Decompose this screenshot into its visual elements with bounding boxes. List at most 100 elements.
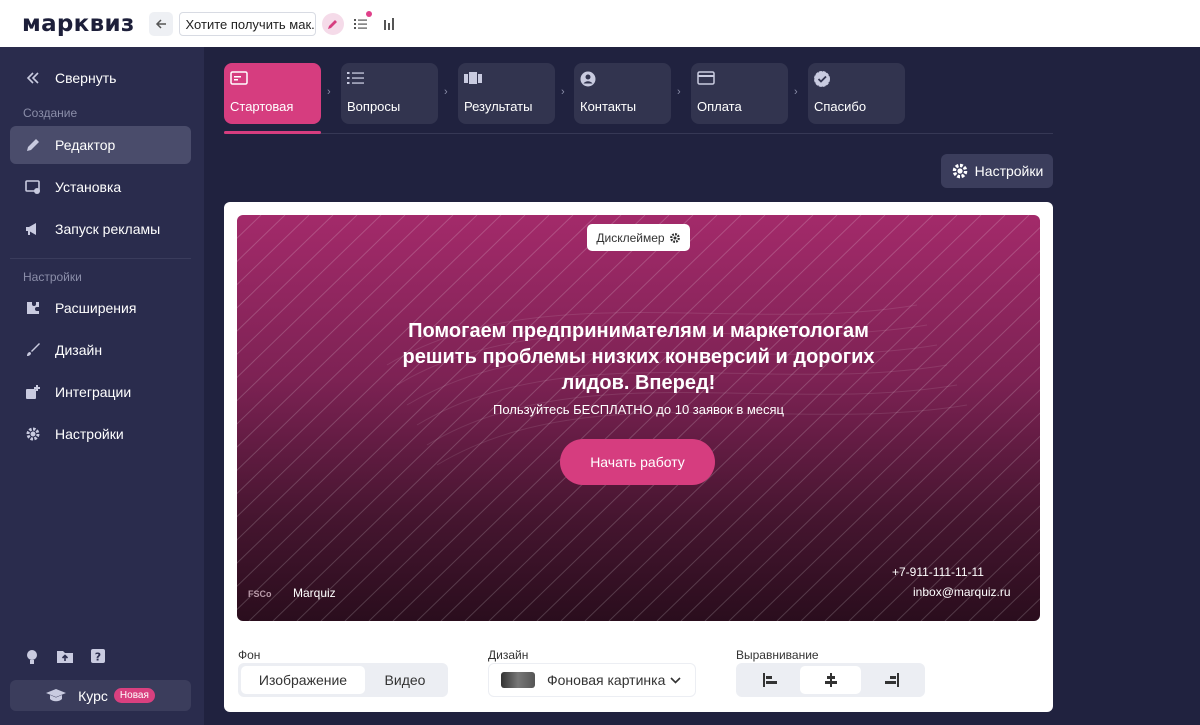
list-icon bbox=[347, 71, 432, 89]
brush-icon bbox=[24, 341, 42, 359]
sidebar-item-label: Интеграции bbox=[55, 384, 132, 400]
hero-phone[interactable]: +7-911-111-11-11 bbox=[892, 565, 984, 579]
sidebar-item-ads[interactable]: Запуск рекламы bbox=[10, 210, 191, 248]
collapse-sidebar-button[interactable]: Свернуть bbox=[10, 59, 191, 97]
background-label: Фон bbox=[238, 648, 261, 662]
new-badge: Новая bbox=[113, 688, 155, 703]
tab-thanks[interactable]: Спасибо bbox=[808, 63, 905, 124]
chevron-right-icon: › bbox=[444, 86, 448, 98]
align-right-button[interactable] bbox=[861, 666, 922, 694]
svg-text:?: ? bbox=[95, 651, 101, 664]
sidebar-item-install[interactable]: Установка bbox=[10, 168, 191, 206]
card-icon bbox=[697, 71, 782, 89]
tab-payment[interactable]: Оплата bbox=[691, 63, 788, 124]
chevron-right-icon: › bbox=[327, 86, 331, 98]
tab-label: Вопросы bbox=[347, 99, 401, 114]
chevron-right-icon: › bbox=[677, 86, 681, 98]
tab-label: Результаты bbox=[464, 99, 533, 114]
align-right-icon bbox=[884, 673, 899, 687]
design-select-value: Фоновая картинка bbox=[547, 672, 666, 688]
sidebar-item-label: Редактор bbox=[55, 137, 116, 153]
tab-label: Спасибо bbox=[814, 99, 867, 114]
analytics-button[interactable] bbox=[378, 13, 400, 35]
sidebar-item-design[interactable]: Дизайн bbox=[10, 331, 191, 369]
gear-icon bbox=[24, 425, 42, 443]
tab-questions[interactable]: Вопросы bbox=[341, 63, 438, 124]
tab-label: Контакты bbox=[580, 99, 637, 114]
active-tab-indicator bbox=[224, 131, 321, 134]
settings-button[interactable]: Настройки bbox=[941, 154, 1053, 188]
pencil-icon bbox=[24, 136, 42, 154]
design-label: Дизайн bbox=[488, 648, 529, 662]
tab-label: Стартовая bbox=[230, 99, 294, 114]
course-label: Курс bbox=[78, 687, 108, 704]
double-chevron-left-icon bbox=[24, 69, 42, 87]
app-logo[interactable]: марквиз bbox=[22, 11, 135, 37]
hero-logo[interactable]: FSCo bbox=[248, 589, 272, 599]
gear-icon bbox=[951, 162, 969, 180]
megaphone-icon bbox=[24, 220, 42, 238]
alignment-label: Выравнивание bbox=[736, 648, 819, 662]
leads-button[interactable] bbox=[350, 10, 372, 35]
check-badge-icon bbox=[814, 71, 899, 89]
start-button[interactable]: Начать работу bbox=[560, 439, 715, 485]
sidebar-item-label: Запуск рекламы bbox=[55, 221, 161, 237]
bar-chart-icon bbox=[383, 18, 394, 30]
chevron-right-icon: › bbox=[794, 86, 798, 98]
contact-icon bbox=[580, 71, 665, 89]
hero-subtitle[interactable]: Пользуйтесь БЕСПЛАТНО до 10 заявок в мес… bbox=[377, 402, 900, 417]
hero-email[interactable]: inbox@marquiz.ru bbox=[913, 585, 1011, 599]
help-icon[interactable]: ? bbox=[90, 648, 106, 671]
course-button[interactable]: Курс Новая bbox=[10, 680, 191, 711]
sidebar-item-label: Расширения bbox=[55, 300, 137, 316]
chevron-right-icon: › bbox=[561, 86, 565, 98]
sidebar: Свернуть Создание Редактор Установка Зап… bbox=[0, 47, 204, 725]
design-select[interactable]: Фоновая картинка bbox=[488, 663, 696, 697]
editor-card: Дисклеймер Помогаем предпринимателям и м… bbox=[224, 202, 1053, 712]
sidebar-item-integrations[interactable]: Интеграции bbox=[10, 373, 191, 411]
pencil-icon bbox=[327, 19, 337, 29]
sidebar-footer-icons: ? bbox=[24, 648, 106, 671]
gear-icon bbox=[669, 232, 681, 244]
hero-brand[interactable]: Marquiz bbox=[293, 586, 336, 600]
settings-button-label: Настройки bbox=[974, 163, 1044, 179]
collapse-label: Свернуть bbox=[55, 70, 117, 86]
install-icon bbox=[24, 178, 42, 196]
design-thumbnail bbox=[501, 672, 535, 688]
sidebar-item-label: Настройки bbox=[55, 426, 124, 442]
start-page-icon bbox=[230, 71, 315, 89]
top-bar: марквиз Хотите получить мак... bbox=[0, 0, 1200, 47]
background-pattern bbox=[237, 215, 1040, 621]
lightbulb-icon[interactable] bbox=[24, 648, 40, 671]
puzzle-icon bbox=[24, 299, 42, 317]
back-button[interactable] bbox=[148, 11, 173, 36]
notification-dot bbox=[365, 10, 372, 17]
hero-title[interactable]: Помогаем предпринимателям и маркетологам… bbox=[377, 318, 900, 396]
tab-label: Оплата bbox=[697, 99, 742, 114]
tab-results[interactable]: Результаты bbox=[458, 63, 555, 124]
folder-upload-icon[interactable] bbox=[56, 648, 74, 671]
align-center-icon bbox=[824, 673, 837, 687]
results-icon bbox=[464, 71, 549, 89]
background-image-option[interactable]: Изображение bbox=[241, 666, 365, 694]
graduation-cap-icon bbox=[46, 688, 67, 703]
sidebar-item-label: Установка bbox=[55, 179, 122, 195]
align-left-button[interactable] bbox=[739, 666, 800, 694]
align-center-button[interactable] bbox=[800, 666, 861, 694]
tab-contacts[interactable]: Контакты bbox=[574, 63, 671, 124]
align-left-icon bbox=[762, 673, 777, 687]
arrow-left-icon bbox=[155, 18, 166, 29]
sidebar-divider bbox=[10, 258, 191, 259]
quiz-name-field[interactable]: Хотите получить мак... bbox=[178, 11, 316, 36]
sidebar-item-label: Дизайн bbox=[55, 342, 103, 358]
background-video-option[interactable]: Видео bbox=[365, 666, 445, 694]
sidebar-item-settings[interactable]: Настройки bbox=[10, 415, 191, 453]
list-icon bbox=[354, 18, 368, 29]
sidebar-item-editor[interactable]: Редактор bbox=[10, 126, 191, 164]
disclaimer-label: Дисклеймер bbox=[596, 230, 665, 245]
tab-start[interactable]: Стартовая bbox=[224, 63, 321, 124]
disclaimer-button[interactable]: Дисклеймер bbox=[587, 224, 690, 251]
edit-mode-button[interactable] bbox=[321, 12, 344, 35]
background-toggle: Изображение Видео bbox=[238, 663, 448, 697]
sidebar-item-extensions[interactable]: Расширения bbox=[10, 289, 191, 327]
